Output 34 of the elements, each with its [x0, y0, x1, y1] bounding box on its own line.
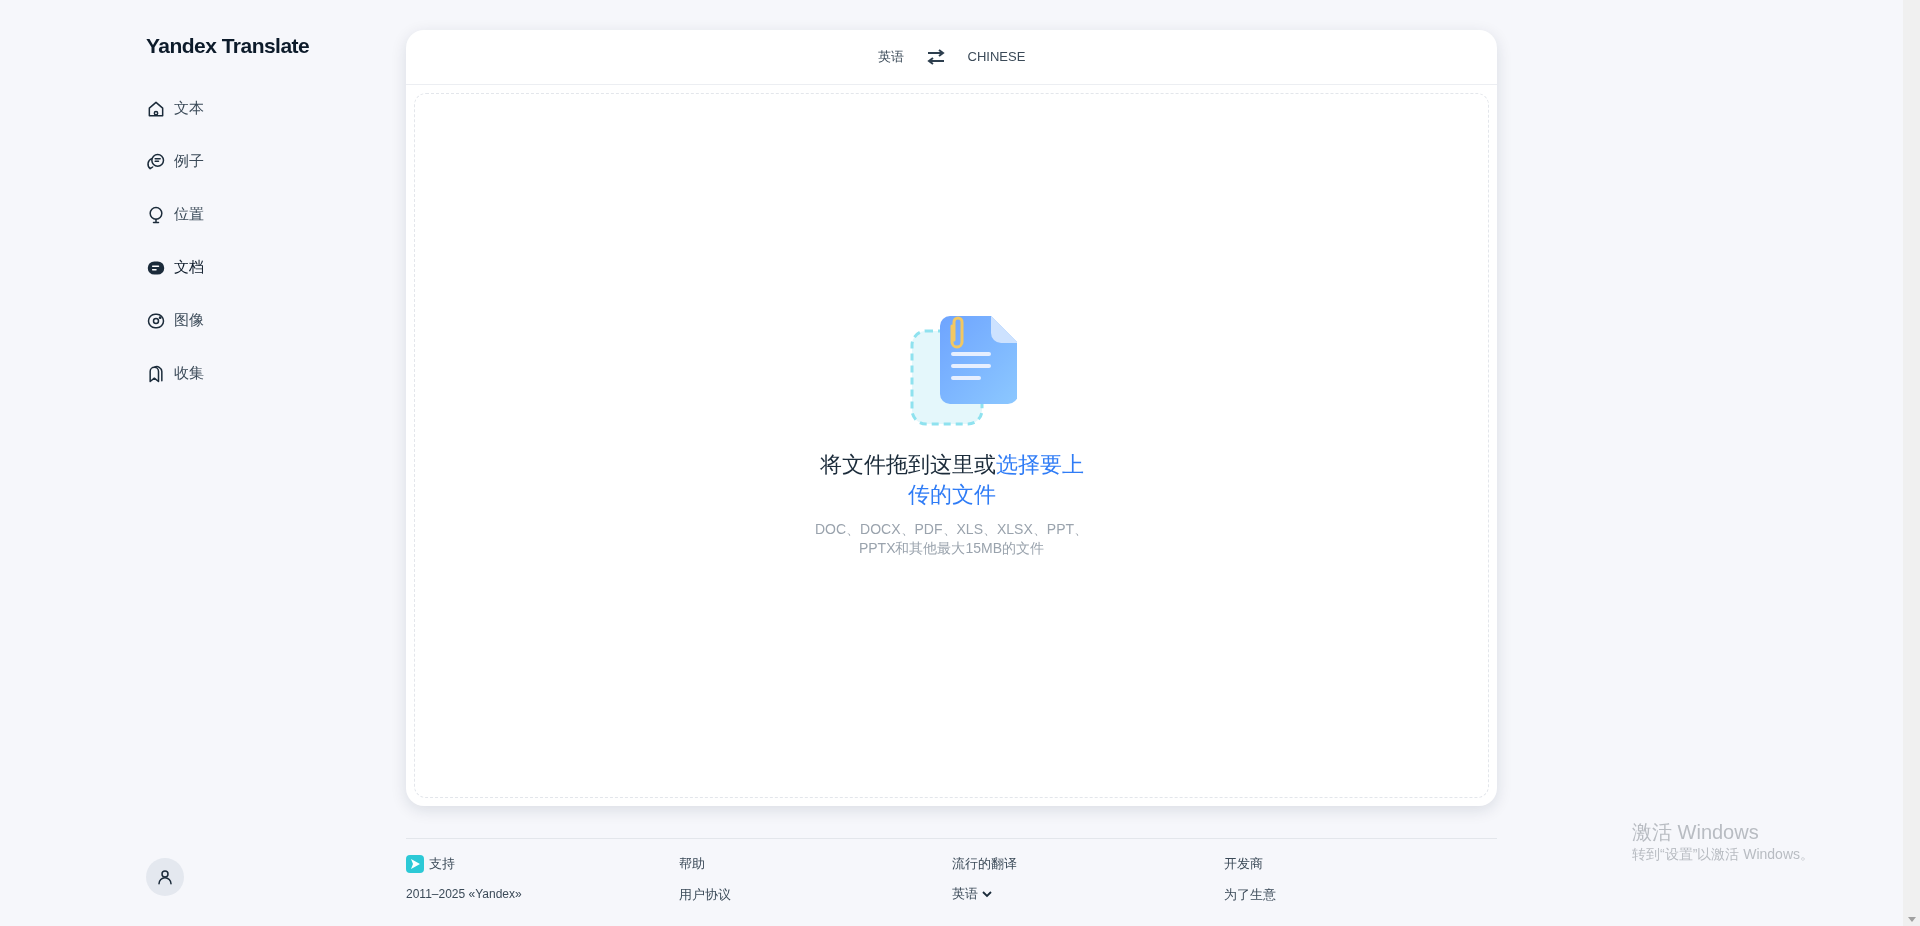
activation-notice-title: 激活 Windows	[1632, 820, 1760, 844]
bookmarks-icon	[146, 363, 166, 384]
footer-link[interactable]: 流行的翻译	[951, 855, 1017, 873]
sidebar-item[interactable]: 位置	[146, 188, 204, 241]
footer-link[interactable]: 为了生意	[1224, 885, 1277, 903]
supported-formats-text: DOC、DOCX、PDF、XLS、XLSX、PPT、PPTX和其他最大15MB的文件	[813, 519, 1090, 558]
sidebar-item[interactable]: 文本	[146, 82, 204, 135]
sidebar-item[interactable]: 文档	[146, 241, 204, 294]
sidebar-item[interactable]: 图像	[146, 294, 204, 347]
footer-link[interactable]: 开发商	[1224, 855, 1264, 873]
footer-link[interactable]: 帮助	[678, 855, 705, 873]
sidebar-item[interactable]: 例子	[146, 135, 204, 188]
copyright-text: 2011–2025 «Yandex»	[406, 886, 522, 903]
support-play-icon	[406, 855, 424, 873]
sidebar-item[interactable]: 收集	[146, 347, 204, 400]
source-language-button[interactable]: 英语	[877, 47, 904, 67]
scrollbar[interactable]	[1903, 0, 1920, 926]
target-language-button[interactable]: CHINESE	[967, 47, 1026, 67]
footer-link[interactable]: 用户协议	[678, 885, 731, 903]
choose-file-link[interactable]: 选择要上	[995, 449, 1084, 480]
scroll-down-icon	[1907, 917, 1916, 922]
activation-notice-subtitle: 转到“设置”以激活 Windows。	[1632, 845, 1815, 864]
chat-bubble-icon	[146, 151, 166, 172]
choose-file-link[interactable]: 传的文件	[907, 479, 996, 510]
swap-arrows-icon	[926, 49, 945, 65]
app-logo[interactable]: Yandex Translate	[146, 30, 406, 60]
drop-instruction: 将文件拖到这里或	[819, 450, 996, 479]
balloon-icon	[146, 204, 166, 225]
footer-link[interactable]: 支持	[406, 855, 455, 873]
file-drop-zone[interactable]: 将文件拖到这里或选择要上 传的文件 DOC、DOCX、PDF、XLS、XLSX、PPT、PPTX和其他最大15MB的文件	[414, 93, 1489, 798]
language-dropdown[interactable]: 英语	[951, 885, 992, 903]
chevron-down-icon	[981, 890, 992, 898]
user-icon	[156, 868, 174, 886]
user-avatar[interactable]	[146, 858, 184, 896]
